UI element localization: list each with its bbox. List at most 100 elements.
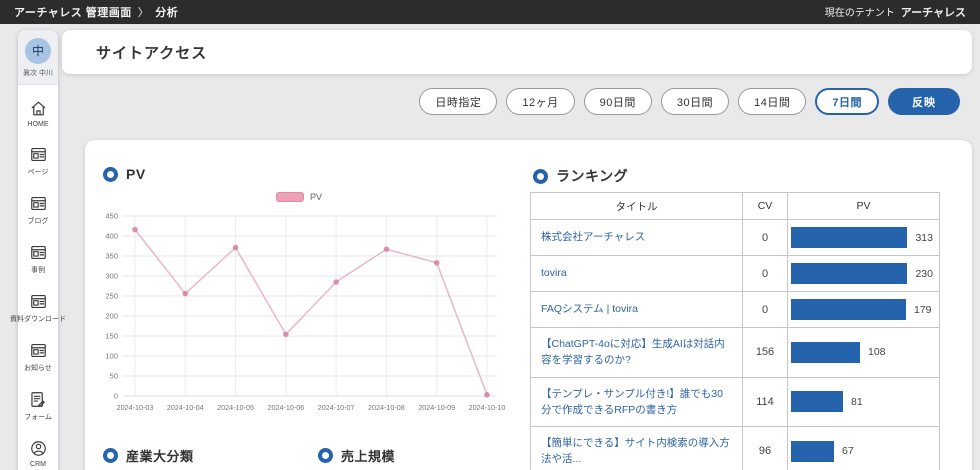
sidebar-item-cases[interactable]: 事例 [29, 243, 48, 275]
filter-option-1[interactable]: 12ヶ月 [506, 88, 575, 115]
avatar[interactable]: 中 [25, 38, 51, 64]
cv-value: 0 [742, 219, 788, 256]
pv-chart-area: PV 0 50 100 150 200 250 300 350 400 450 2024-10-03… [93, 192, 505, 441]
pages-icon [30, 147, 46, 162]
industry-section-title: 産業大分類 [126, 449, 194, 464]
sidebar-item-label: ブログ [27, 218, 49, 225]
svg-text:50: 50 [110, 372, 118, 381]
svg-text:100: 100 [105, 352, 118, 361]
sidebar-item-home[interactable]: HOME [28, 99, 49, 128]
sidebar-item-crm[interactable]: CRM [29, 439, 48, 468]
industry-section-header: 産業大分類 [103, 446, 194, 465]
sidebar-item-label: お知らせ [24, 365, 52, 372]
downloads-icon [30, 294, 46, 309]
pv-bar [791, 299, 906, 320]
news-icon [30, 343, 46, 358]
column-header: タイトル [530, 192, 743, 220]
user-profile[interactable]: 中 眞次 中川 [18, 30, 58, 85]
pv-value: 67 [842, 445, 854, 458]
tenant-name: アーチャレス [900, 7, 966, 19]
pv-value: 108 [868, 346, 886, 359]
user-name: 眞次 中川 [23, 70, 53, 77]
top-bar: アーチャレス 管理画面〉分析 現在のテナント アーチャレス [0, 0, 980, 24]
page-title-link[interactable]: FAQシステム | tovira [541, 303, 638, 315]
breadcrumb-site[interactable]: アーチャレス 管理画面 [14, 7, 132, 19]
breadcrumb-separator: 〉 [137, 7, 150, 19]
svg-text:2024-10-06: 2024-10-06 [267, 403, 304, 412]
cv-value: 114 [742, 376, 788, 428]
screen: アーチャレス 管理画面〉分析 現在のテナント アーチャレス 中 眞次 中川 HOM… [0, 0, 980, 470]
page-title: サイトアクセス [96, 44, 208, 62]
cases-icon [30, 245, 46, 260]
svg-text:200: 200 [105, 312, 118, 321]
pv-bar [791, 263, 908, 284]
svg-text:150: 150 [105, 332, 118, 341]
svg-text:350: 350 [105, 252, 118, 261]
table-row: tovira 0 230 [530, 255, 940, 292]
sidebar-item-form[interactable]: フォーム [24, 390, 52, 422]
sidebar-item-label: 資料ダウンロード [10, 316, 66, 323]
svg-text:2024-10-03: 2024-10-03 [117, 403, 154, 412]
cv-value: 96 [742, 426, 788, 470]
date-filter-row: 日時指定 12ヶ月 90日間 30日間 14日間 7日間 反映 [419, 88, 960, 115]
sidebar-item-news[interactable]: お知らせ [24, 341, 52, 373]
table-header-row: タイトル CV PV [530, 192, 940, 220]
svg-text:450: 450 [105, 212, 118, 221]
sales-scale-section-title: 売上規模 [341, 449, 396, 464]
svg-text:2024-10-07: 2024-10-07 [318, 403, 355, 412]
table-row: 【簡単にできる】サイト内検索の導入方法や活... 96 67 [530, 426, 940, 470]
cv-value: 0 [742, 291, 788, 328]
ranking-table: タイトル CV PV 株式会社アーチャレス 0 313 tovira 0 230 FAQシステム … [530, 192, 940, 470]
svg-text:2024-10-09: 2024-10-09 [418, 403, 455, 412]
page-title-link[interactable]: 株式会社アーチャレス [541, 231, 645, 243]
svg-text:250: 250 [105, 292, 118, 301]
sidebar-item-label: CRM [30, 461, 46, 468]
pv-line-chart: 0 50 100 150 200 250 300 350 400 450 2024-10-03 202… [93, 204, 505, 441]
pv-bar [791, 440, 834, 462]
ranking-table-wrap: タイトル CV PV 株式会社アーチャレス 0 313 tovira 0 230 FAQシステム … [530, 192, 940, 470]
page-header-card: サイトアクセス [62, 30, 972, 74]
column-header: CV [742, 192, 788, 220]
filter-option-4[interactable]: 14日間 [738, 88, 807, 115]
section-donut-icon [103, 448, 118, 463]
column-header: PV [787, 192, 940, 220]
table-row: FAQシステム | tovira 0 179 [530, 291, 940, 328]
page-title-link[interactable]: 【ChatGPT-4oに対応】生成AIは対話内容を学習するのか? [541, 338, 725, 366]
pv-section-header: PV [103, 166, 146, 182]
section-donut-icon [103, 166, 118, 182]
filter-option-2[interactable]: 90日間 [583, 88, 652, 115]
svg-text:400: 400 [105, 232, 118, 241]
breadcrumb-page[interactable]: 分析 [155, 7, 178, 19]
current-tenant: 現在のテナント アーチャレス [825, 4, 966, 20]
page-title-link[interactable]: 【簡単にできる】サイト内検索の導入方法や活... [541, 437, 730, 465]
sidebar-item-downloads[interactable]: 資料ダウンロード [10, 292, 66, 324]
pv-value: 313 [915, 231, 933, 244]
blog-icon [30, 196, 46, 211]
sales-scale-section-header: 売上規模 [318, 446, 395, 465]
legend-swatch-icon [275, 192, 304, 202]
cv-value: 156 [742, 327, 788, 378]
svg-text:2024-10-04: 2024-10-04 [167, 403, 204, 412]
ranking-section-header: ランキング [533, 166, 628, 186]
sidebar-item-label: ページ [27, 169, 49, 176]
sidebar-item-pages[interactable]: ページ [27, 145, 49, 177]
table-row: 株式会社アーチャレス 0 313 [530, 219, 940, 256]
home-icon [31, 101, 45, 116]
legend-label: PV [309, 192, 322, 202]
pv-bar [791, 391, 843, 413]
filter-option-3[interactable]: 30日間 [660, 88, 730, 115]
page-title-link[interactable]: tovira [541, 267, 567, 279]
page-title-link[interactable]: 【テンプレ・サンプル付き!】誰でも30分で作成できるRFPの書き方 [541, 388, 723, 416]
sidebar-item-blog[interactable]: ブログ [28, 194, 49, 226]
svg-text:0: 0 [114, 392, 118, 401]
pv-value: 230 [915, 267, 933, 280]
sidebar-nav: HOMEページブログ事例資料ダウンロードお知らせフォームCRMメール [10, 85, 66, 470]
svg-text:300: 300 [105, 272, 118, 281]
apply-button[interactable]: 反映 [888, 88, 960, 115]
chart-legend[interactable]: PV [93, 192, 505, 202]
sidebar-item-label: HOME [27, 121, 49, 128]
filter-option-5[interactable]: 7日間 [815, 88, 879, 115]
filter-option-0[interactable]: 日時指定 [419, 88, 498, 115]
pv-bar [791, 227, 908, 248]
pv-section-title: PV [126, 166, 146, 182]
